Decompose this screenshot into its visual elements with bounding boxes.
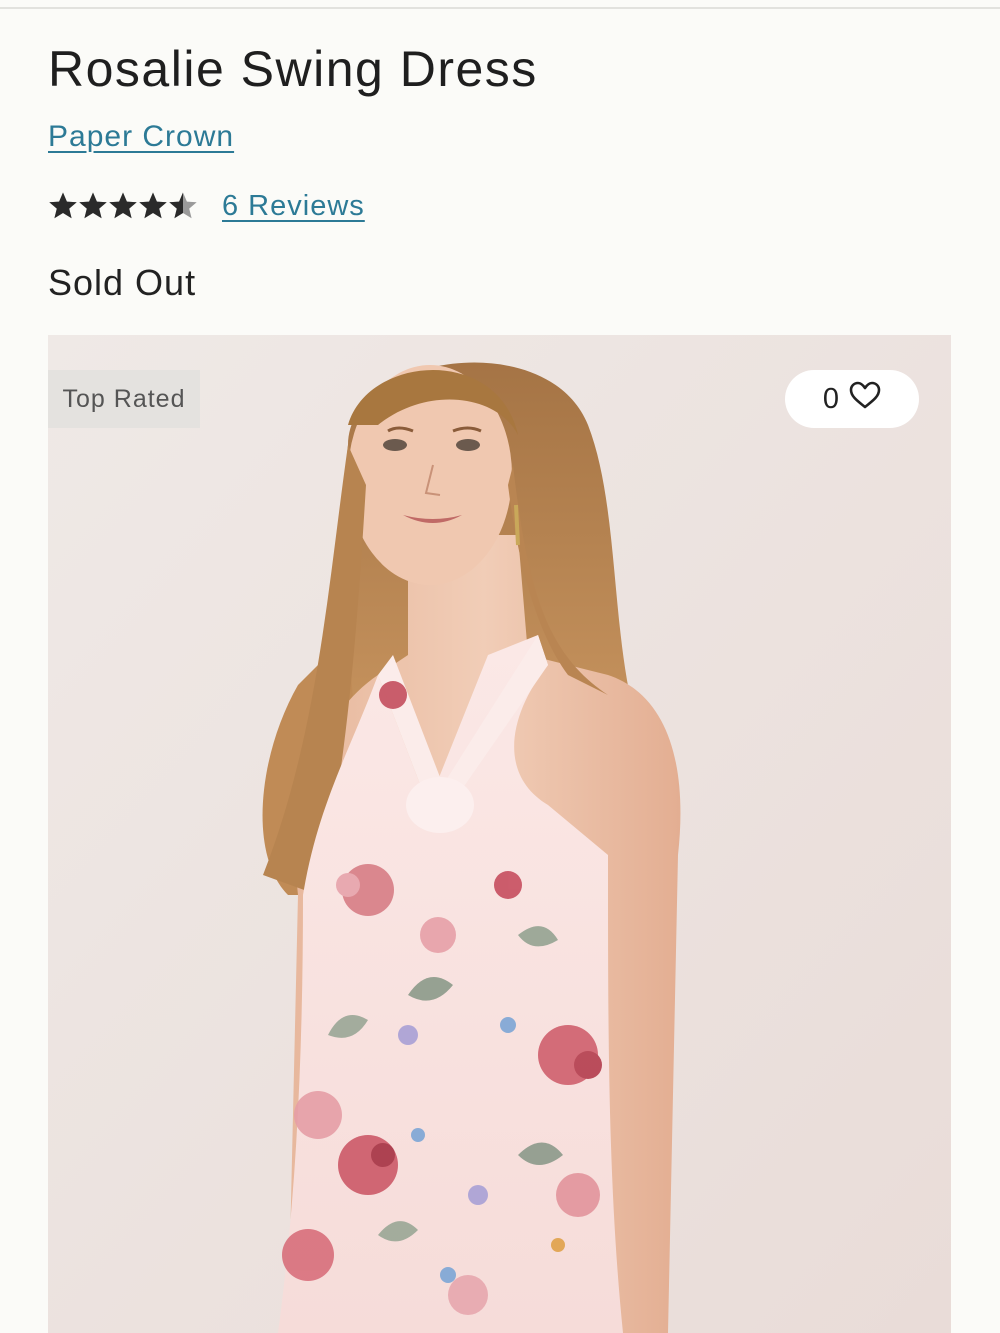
star-icon (79, 192, 107, 219)
brand-link[interactable]: Paper Crown (48, 120, 234, 154)
star-icon (109, 192, 137, 219)
header-divider (0, 7, 1000, 9)
star-icon (49, 192, 77, 219)
favorite-count: 0 (822, 382, 840, 415)
product-title: Rosalie Swing Dress (48, 41, 538, 97)
reviews-link[interactable]: 6 Reviews (222, 190, 365, 223)
star-icon (139, 192, 167, 219)
heart-icon (849, 381, 881, 417)
product-photo (48, 335, 951, 1333)
top-rated-badge: Top Rated (48, 370, 200, 428)
star-rating (48, 191, 198, 221)
product-page: Rosalie Swing Dress Paper Crown 6 Review… (0, 0, 1000, 1333)
favorite-button[interactable]: 0 (785, 370, 919, 428)
rating-row: 6 Reviews (48, 188, 365, 224)
stock-status: Sold Out (48, 262, 197, 303)
product-image[interactable]: Top Rated 0 (48, 335, 951, 1333)
star-icon (169, 192, 197, 219)
